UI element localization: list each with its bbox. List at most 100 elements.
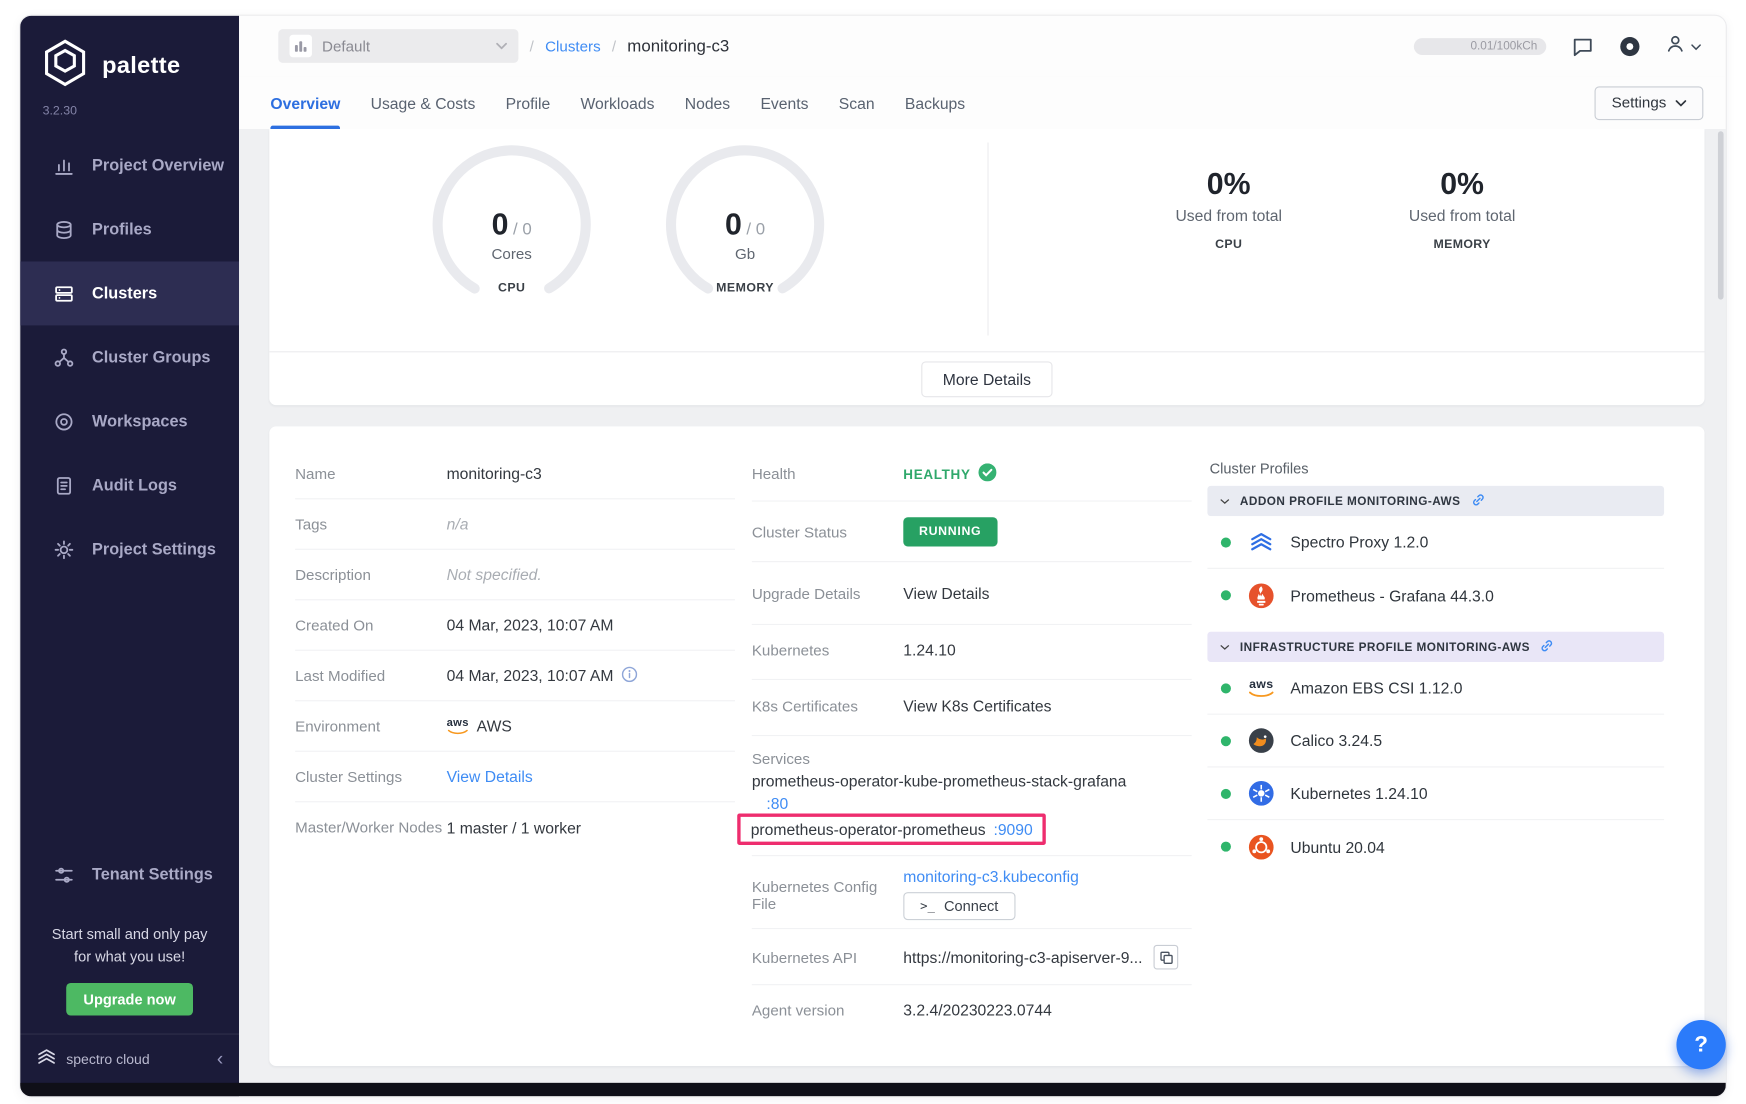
- cpu-gauge-value: 0/ 0 Cores: [422, 208, 602, 263]
- project-selector[interactable]: Default: [278, 29, 518, 63]
- pack-status-dot: [1221, 537, 1231, 547]
- workspaces-icon: [54, 411, 74, 431]
- project-settings-icon: [54, 539, 74, 559]
- kubernetes-api-row: Kubernetes API https://monitoring-c3-api…: [752, 945, 1201, 970]
- kubeconfig-download-link[interactable]: monitoring-c3.kubeconfig: [903, 867, 1079, 885]
- more-details-row: More Details: [269, 351, 1704, 405]
- brand-row: palette: [20, 16, 239, 93]
- breadcrumb-separator: /: [612, 38, 616, 55]
- settings-button[interactable]: Settings: [1595, 86, 1704, 120]
- clusters-icon: [54, 283, 74, 303]
- pack-prometheus-grafana[interactable]: Prometheus - Grafana 44.3.0: [1207, 569, 1664, 622]
- tab-profile[interactable]: Profile: [506, 76, 551, 129]
- prometheus-service-name: prometheus-operator-prometheus: [751, 820, 986, 838]
- sidebar-item-project-overview[interactable]: Project Overview: [20, 134, 239, 198]
- services-label: Services: [752, 751, 810, 768]
- profile-link-icon[interactable]: [1540, 638, 1555, 656]
- pack-status-dot: [1221, 683, 1231, 693]
- sidebar-item-label: Cluster Groups: [92, 348, 210, 366]
- more-details-button[interactable]: More Details: [921, 361, 1052, 397]
- info-icon[interactable]: [621, 666, 637, 685]
- agent-version-row: Agent version 3.2.4/20230223.0744: [752, 1001, 1201, 1019]
- sidebar-item-project-settings[interactable]: Project Settings: [20, 517, 239, 581]
- tab-overview[interactable]: Overview: [270, 76, 340, 129]
- help-button[interactable]: ?: [1676, 1020, 1725, 1069]
- tab-backups[interactable]: Backups: [905, 76, 965, 129]
- chat-icon[interactable]: [1571, 34, 1595, 58]
- gauge-divider: [987, 143, 988, 336]
- breadcrumb-clusters-link[interactable]: Clusters: [545, 38, 601, 55]
- running-status-badge: RUNNING: [903, 517, 997, 546]
- app-root: palette 3.2.30 Project Overview Profiles…: [0, 0, 1746, 1104]
- sidebar-item-profiles[interactable]: Profiles: [20, 197, 239, 261]
- detail-row-last-modified: Last Modified 04 Mar, 2023, 10:07 AM: [295, 651, 735, 701]
- pack-status-dot: [1221, 736, 1231, 746]
- project-icon: [290, 35, 312, 57]
- notifications-icon[interactable]: [1619, 35, 1640, 56]
- breadcrumb-separator: /: [530, 38, 534, 55]
- cluster-details-card: Name monitoring-c3 Tags n/a Description …: [269, 426, 1704, 1066]
- sidebar-item-label: Workspaces: [92, 412, 188, 430]
- tab-scan[interactable]: Scan: [839, 76, 875, 129]
- sidebar: palette 3.2.30 Project Overview Profiles…: [20, 16, 239, 1097]
- pack-status-dot: [1221, 590, 1231, 600]
- kubernetes-icon: [1247, 779, 1276, 808]
- detail-row-tags: Tags n/a: [295, 499, 735, 549]
- pack-ubuntu[interactable]: Ubuntu 20.04: [1207, 820, 1664, 873]
- tab-nodes[interactable]: Nodes: [685, 76, 730, 129]
- terminal-icon: >_: [920, 899, 935, 914]
- footer-brand-name: spectro cloud: [66, 1051, 149, 1067]
- view-k8s-certificates-link[interactable]: View K8s Certificates: [903, 697, 1051, 715]
- healthy-check-icon: [978, 463, 996, 484]
- pack-calico[interactable]: Calico 3.24.5: [1207, 715, 1664, 768]
- sidebar-footer: spectro cloud ‹: [20, 1033, 239, 1082]
- prometheus-service-port-link[interactable]: :9090: [993, 820, 1032, 838]
- sidebar-item-label: Project Settings: [92, 540, 216, 558]
- addon-profile-items: Spectro Proxy 1.2.0 Prometheus - Grafana…: [1207, 516, 1664, 621]
- sidebar-item-label: Clusters: [92, 284, 157, 302]
- cluster-groups-icon: [54, 347, 74, 367]
- sidebar-item-clusters[interactable]: Clusters: [20, 261, 239, 325]
- sidebar-item-audit-logs[interactable]: Audit Logs: [20, 453, 239, 517]
- main-area: Default / Clusters / monitoring-c3 0.01/…: [239, 16, 1726, 1097]
- addon-profile-header[interactable]: ADDON PROFILE MONITORING-AWS: [1207, 486, 1664, 516]
- pack-status-dot: [1221, 788, 1231, 798]
- tab-usage-costs[interactable]: Usage & Costs: [371, 76, 476, 129]
- sidebar-item-label: Tenant Settings: [92, 867, 213, 885]
- upgrade-view-details-link[interactable]: View Details: [903, 585, 989, 603]
- sidebar-item-workspaces[interactable]: Workspaces: [20, 389, 239, 453]
- grafana-service-name: prometheus-operator-kube-prometheus-stac…: [752, 772, 1127, 790]
- tab-workloads[interactable]: Workloads: [580, 76, 654, 129]
- calico-icon: [1247, 726, 1276, 755]
- app-version: 3.2.30: [20, 93, 239, 118]
- upgrade-now-button[interactable]: Upgrade now: [67, 983, 193, 1016]
- tab-events[interactable]: Events: [760, 76, 808, 129]
- health-status: HEALTHY: [903, 463, 996, 484]
- tenant-settings-icon: [54, 865, 74, 885]
- details-left-column: Name monitoring-c3 Tags n/a Description …: [295, 449, 735, 853]
- details-middle-column: Health HEALTHY Cluster Status RUNNING: [752, 426, 1201, 1066]
- cpu-gauge: 0/ 0 Cores CPU: [422, 140, 602, 308]
- grafana-service-port-link[interactable]: :80: [766, 794, 788, 812]
- topbar-right: 0.01/100kCh: [1414, 33, 1701, 59]
- infrastructure-profile-header[interactable]: INFRASTRUCTURE PROFILE MONITORING-AWS: [1207, 632, 1664, 662]
- spectro-cloud-logo-icon: [36, 1046, 57, 1071]
- scrollbar-thumb[interactable]: [1718, 131, 1724, 299]
- pack-kubernetes[interactable]: Kubernetes 1.24.10: [1207, 768, 1664, 821]
- pack-spectro-proxy[interactable]: Spectro Proxy 1.2.0: [1207, 516, 1664, 569]
- user-menu[interactable]: [1665, 33, 1701, 59]
- copy-icon: [1159, 950, 1174, 965]
- prometheus-icon: [1247, 581, 1276, 610]
- cluster-settings-view-details-link[interactable]: View Details: [447, 768, 533, 786]
- profile-link-icon[interactable]: [1471, 492, 1486, 510]
- pack-amazon-ebs-csi[interactable]: aws Amazon EBS CSI 1.12.0: [1207, 662, 1664, 715]
- aws-icon: aws: [447, 718, 469, 735]
- profiles-icon: [54, 219, 74, 239]
- sidebar-item-tenant-settings[interactable]: Tenant Settings: [20, 844, 239, 908]
- kubernetes-version-row: Kubernetes 1.24.10: [752, 641, 1201, 659]
- sidebar-item-cluster-groups[interactable]: Cluster Groups: [20, 325, 239, 389]
- copy-api-url-button[interactable]: [1154, 945, 1179, 970]
- sidebar-collapse-button[interactable]: ‹: [217, 1049, 223, 1068]
- connect-button[interactable]: >_ Connect: [903, 892, 1015, 920]
- detail-row-cluster-settings: Cluster Settings View Details: [295, 752, 735, 802]
